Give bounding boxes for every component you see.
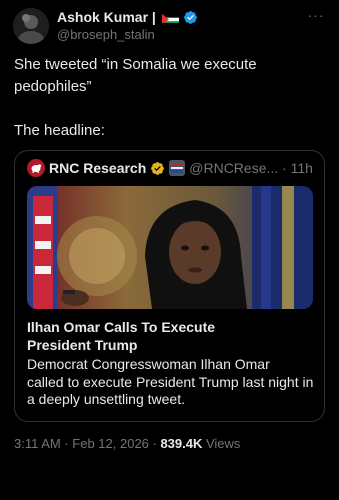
author-handle[interactable]: @broseph_stalin — [57, 27, 155, 42]
tweet-text-line: The headline: — [14, 122, 105, 139]
palestine-flag-icon — [161, 12, 179, 23]
quoted-handle-time: @RNCRese... · 11h — [189, 160, 313, 176]
tweet-meta: 3:11 AM · Feb 12, 2026 · 839.4K Views — [14, 436, 240, 451]
author-name-row: Ashok Kumar | — [57, 9, 198, 25]
tweet-screen: Ashok Kumar | @broseph_stalin ··· She tw… — [0, 0, 339, 500]
author-avatar[interactable] — [13, 8, 49, 44]
gold-verified-badge-icon — [150, 161, 165, 176]
author-name[interactable]: Ashok Kumar | — [57, 9, 156, 25]
more-options-icon[interactable]: ··· — [307, 8, 325, 22]
quoted-description-line: a deeply unsettling tweet. — [27, 391, 185, 407]
tweet-text: She tweeted “in Somalia we execute pedop… — [14, 54, 314, 142]
views-label: Views — [202, 436, 241, 451]
rnc-logo-icon — [27, 159, 45, 177]
quoted-tweet-header: RNC Research @RNCRese... · 11h — [27, 159, 313, 177]
tweet-text-gap — [14, 98, 314, 120]
views-count: 839.4K — [160, 436, 203, 451]
tweet-text-line: She tweeted “in Somalia we execute — [14, 56, 257, 73]
quoted-description-line: Democrat Congresswoman Ilhan Omar — [27, 356, 270, 372]
quoted-headline-line: President Trump — [27, 337, 138, 353]
tweet-text-line: pedophiles” — [14, 78, 92, 95]
affiliate-badge-icon — [169, 160, 186, 176]
quoted-tweet-card[interactable]: RNC Research @RNCRese... · 11h Ilhan Oma… — [14, 150, 325, 422]
quoted-description: Democrat Congresswoman Ilhan Omar called… — [27, 356, 319, 409]
tweet-timestamp[interactable]: 3:11 AM · Feb 12, 2026 · — [14, 436, 160, 451]
bottom-area — [0, 456, 339, 500]
quoted-description-line: called to execute President Trump last n… — [27, 373, 314, 390]
quoted-headline-line: Ilhan Omar Calls To Execute — [27, 319, 216, 335]
verified-badge-icon[interactable] — [183, 10, 198, 25]
quoted-headline: Ilhan Omar Calls To Execute President Tr… — [27, 318, 317, 354]
quoted-account-name[interactable]: RNC Research — [49, 160, 146, 176]
